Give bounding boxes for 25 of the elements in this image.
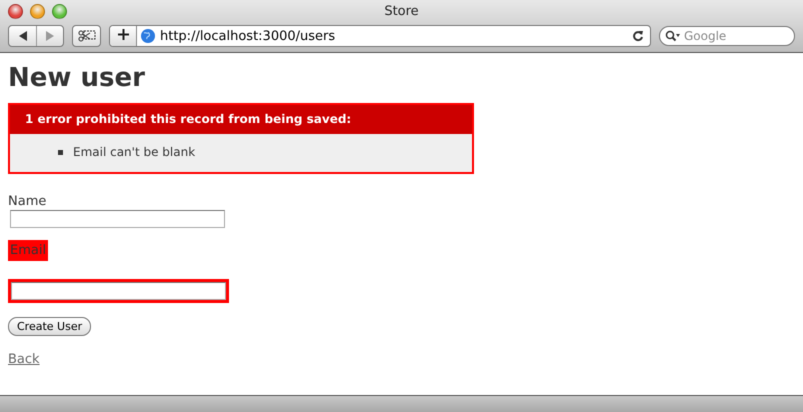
add-bookmark-button[interactable]: [110, 26, 137, 46]
error-title: 1 error prohibited this record from being saved:: [10, 105, 472, 134]
field-label: Email: [8, 240, 48, 261]
window-title: Store: [384, 4, 419, 18]
scissors-icon: [78, 30, 96, 42]
create-user-button[interactable]: Create User: [8, 317, 92, 336]
zoom-icon[interactable]: [52, 4, 67, 18]
field-label: Name: [8, 194, 46, 209]
url-text: http://localhost:3000/users: [159, 28, 336, 44]
search-field[interactable]: Google: [659, 26, 795, 46]
minimize-icon[interactable]: [30, 4, 45, 18]
bullet-icon: [58, 150, 63, 154]
forward-icon: [45, 31, 55, 41]
error-message: Email can't be blank: [73, 144, 196, 160]
input-field[interactable]: [8, 279, 229, 303]
plus-icon: [118, 29, 128, 40]
reload-icon[interactable]: [632, 30, 644, 42]
back-icon: [18, 31, 28, 41]
back-link[interactable]: Back: [8, 352, 40, 367]
search-icon: [665, 30, 681, 42]
input-field[interactable]: [10, 210, 225, 228]
close-icon[interactable]: [8, 4, 23, 18]
address-bar[interactable]: http://localhost:3000/users: [109, 25, 651, 47]
page-heading: New user: [8, 63, 145, 93]
search-placeholder: Google: [684, 29, 726, 43]
